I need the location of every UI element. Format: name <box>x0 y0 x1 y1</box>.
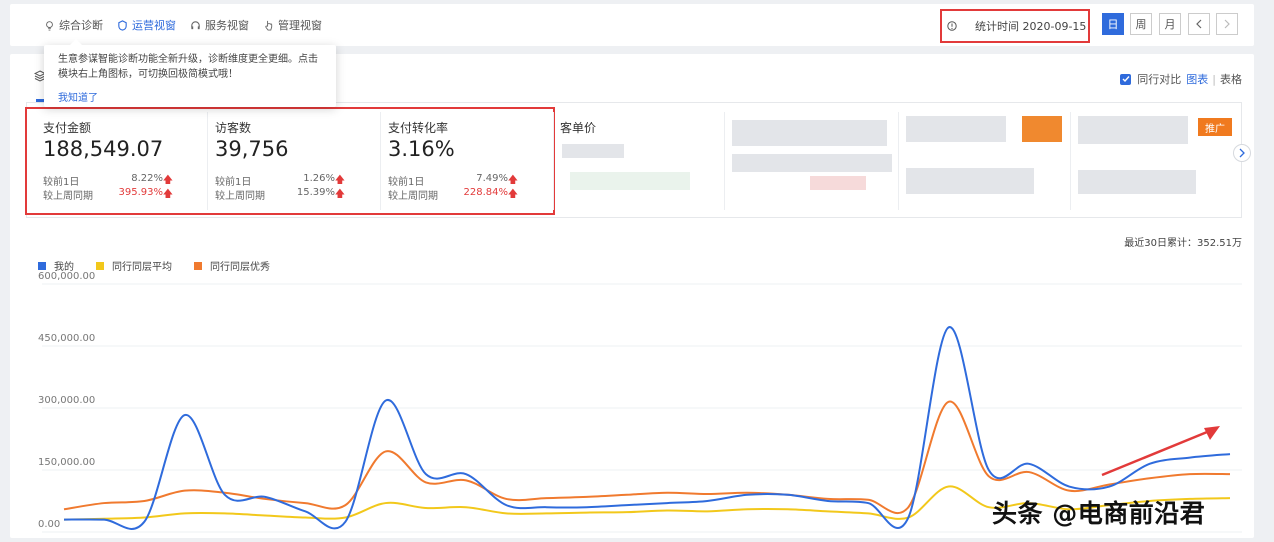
metric-title: 支付转化率 <box>388 121 449 135</box>
prev-day-value: 7.49% <box>476 173 508 184</box>
metric-card-visitors[interactable]: 访客数 39,756 较前1日 1.26% 🡅 较上周同期 15.39% 🡅 <box>215 109 355 213</box>
prev-week-value: 15.39% <box>296 187 335 198</box>
column-divider <box>553 112 554 210</box>
view-table-toggle[interactable]: 表格 <box>1220 71 1242 87</box>
view-chart-toggle[interactable]: 图表 <box>1186 71 1208 87</box>
metrics-next-button[interactable] <box>1233 144 1251 162</box>
y-tick-label: 450,000.00 <box>38 333 95 344</box>
blurred-region <box>732 154 892 172</box>
tooltip-text: 生意参谋智能诊断功能全新升级，诊断维度更全更细。点击模块右上角图标，可切换回极简… <box>58 54 318 80</box>
arrow-up-icon: 🡅 <box>507 189 518 200</box>
y-tick-label: 0.00 <box>38 519 60 530</box>
period-day-button[interactable]: 日 <box>1102 13 1124 35</box>
compare-checkbox[interactable] <box>1120 73 1132 85</box>
view-nav: 综合诊断 运营视窗 服务视窗 管理视窗 <box>44 4 336 46</box>
bulb-icon <box>46 20 53 31</box>
upgrade-tooltip: 生意参谋智能诊断功能全新升级，诊断维度更全更细。点击模块右上角图标，可切换回极简… <box>44 39 336 107</box>
chevron-right-icon <box>1239 148 1245 158</box>
metric-value: 3.16% <box>388 137 455 161</box>
prev-day-label: 较前1日 <box>43 177 80 188</box>
y-tick-label: 300,000.00 <box>38 395 95 406</box>
blurred-region <box>732 120 887 146</box>
blurred-region <box>810 176 866 190</box>
period-month-button[interactable]: 月 <box>1159 13 1181 35</box>
metric-card-avg-price[interactable]: 客单价 <box>560 109 700 213</box>
nav-item-diagnosis[interactable]: 综合诊断 <box>44 17 103 33</box>
blurred-region <box>1078 170 1196 194</box>
prev-week-label: 较上周同期 <box>215 191 265 202</box>
chevron-right-icon <box>1224 19 1230 29</box>
promo-badge[interactable]: 推广 <box>1198 118 1232 136</box>
shield-icon <box>118 19 127 31</box>
column-divider <box>207 112 208 210</box>
tooltip-dismiss-link[interactable]: 我知道了 <box>58 89 98 104</box>
top-bar: 综合诊断 运营视窗 服务视窗 管理视窗 统计时间 2020-09-15 日 周 … <box>10 4 1254 46</box>
prev-week-label: 较上周同期 <box>388 191 438 202</box>
chevron-left-icon <box>1196 19 1202 29</box>
column-divider <box>380 112 381 210</box>
period-week-button[interactable]: 周 <box>1130 13 1152 35</box>
watermark-text: 头条 @电商前沿君 <box>992 499 1206 528</box>
nav-label: 运营视窗 <box>132 19 176 32</box>
metric-value: 188,549.07 <box>43 137 164 161</box>
nav-label: 管理视窗 <box>278 19 322 32</box>
hand-icon <box>265 20 273 31</box>
nav-item-operations[interactable]: 运营视窗 <box>117 17 176 33</box>
blurred-region <box>562 144 624 158</box>
annotation-arrow <box>1101 426 1220 477</box>
nav-item-management[interactable]: 管理视窗 <box>263 17 322 33</box>
metric-title: 客单价 <box>560 121 597 135</box>
blurred-region <box>1078 116 1188 144</box>
column-divider <box>724 112 725 210</box>
prev-day-label: 较前1日 <box>388 177 425 188</box>
metric-title: 支付金额 <box>43 121 92 135</box>
metric-value: 39,756 <box>215 137 289 161</box>
prev-day-label: 较前1日 <box>215 177 252 188</box>
prev-date-button[interactable] <box>1188 13 1210 35</box>
prev-week-value: 395.93% <box>118 187 164 198</box>
headset-icon <box>191 20 200 29</box>
main-panel: 同行对比 图表 | 表格 支付金额 188,549.07 较前1日 8.22% … <box>10 54 1254 538</box>
blurred-region <box>906 168 1034 194</box>
y-tick-label: 600,000.00 <box>38 271 95 282</box>
blurred-region <box>1022 116 1062 142</box>
blurred-region <box>906 116 1006 142</box>
next-date-button[interactable] <box>1216 13 1238 35</box>
prev-week-label: 较上周同期 <box>43 191 93 202</box>
compare-label: 同行对比 <box>1137 73 1182 86</box>
prev-week-value: 228.84% <box>463 187 509 198</box>
column-divider <box>1070 112 1071 210</box>
metric-card-payment[interactable]: 支付金额 188,549.07 较前1日 8.22% 🡅 较上周同期 395.9… <box>43 109 183 213</box>
info-icon <box>947 21 957 31</box>
nav-label: 综合诊断 <box>59 19 103 32</box>
arrow-up-icon: 🡅 <box>334 189 345 200</box>
metric-title: 访客数 <box>215 121 252 135</box>
stat-time-label: 统计时间 2020-09-15 <box>975 20 1087 33</box>
cumulative-summary: 最近30日累计：352.51万 <box>1124 238 1242 249</box>
blurred-region <box>570 172 690 190</box>
arrow-up-icon: 🡅 <box>162 189 173 200</box>
column-divider <box>898 112 899 210</box>
nav-item-service[interactable]: 服务视窗 <box>190 17 249 33</box>
compare-toolbar: 同行对比 图表 | 表格 <box>1120 71 1242 87</box>
prev-day-value: 1.26% <box>303 173 335 184</box>
nav-label: 服务视窗 <box>205 19 249 32</box>
check-icon <box>1122 76 1130 83</box>
toggle-divider: | <box>1212 72 1216 86</box>
metric-card-conversion[interactable]: 支付转化率 3.16% 较前1日 7.49% 🡅 较上周同期 228.84% 🡅 <box>388 109 528 213</box>
stat-time-box: 统计时间 2020-09-15 <box>940 9 1090 43</box>
prev-day-value: 8.22% <box>131 173 163 184</box>
y-tick-label: 150,000.00 <box>38 457 95 468</box>
